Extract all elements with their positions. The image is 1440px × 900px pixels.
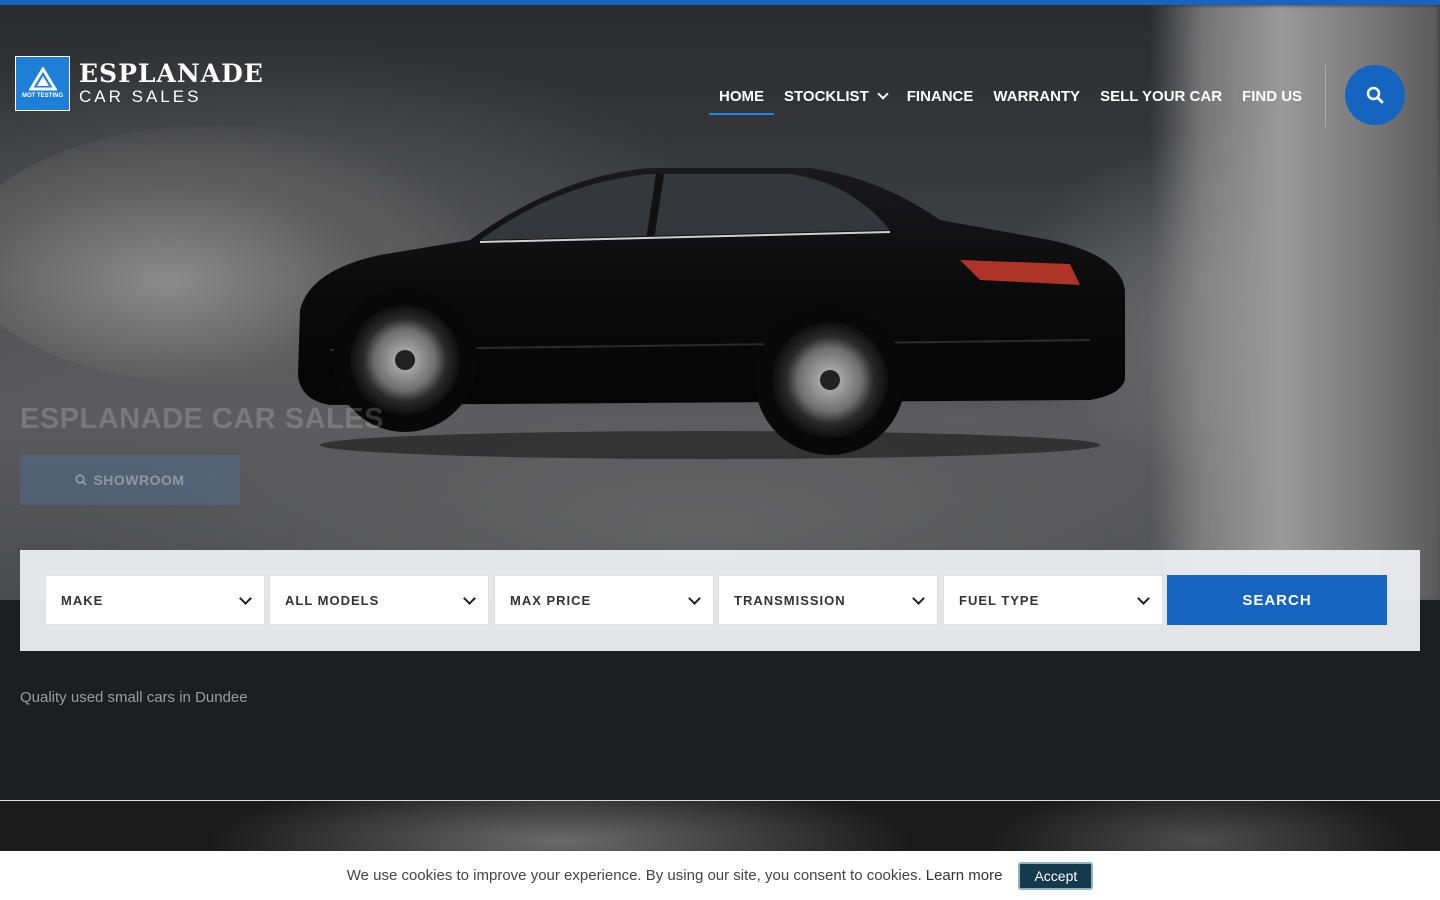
tagline-text: Quality used small cars in Dundee — [20, 689, 248, 706]
transmission-select-value: TRANSMISSION — [734, 592, 846, 608]
max-price-select[interactable]: MAX PRICE — [494, 575, 714, 625]
chevron-down-icon — [688, 592, 701, 605]
main-navigation: HOME STOCKLIST FINANCE WARRANTY SELL YOU… — [709, 84, 1322, 115]
search-icon — [1366, 86, 1384, 104]
nav-finance[interactable]: FINANCE — [907, 88, 974, 105]
brand-title: ESPLANADE — [79, 59, 264, 88]
cookie-text: We use cookies to improve your experienc… — [346, 867, 922, 884]
showroom-button[interactable]: SHOWROOM — [20, 455, 240, 505]
make-select-value: MAKE — [61, 592, 104, 608]
nav-sell-your-car-label: SELL YOUR CAR — [1100, 87, 1223, 105]
nav-finance-label: FINANCE — [906, 87, 974, 105]
chevron-down-icon — [912, 592, 925, 605]
nav-warranty-label: WARRANTY — [993, 87, 1081, 105]
nav-divider — [1325, 65, 1326, 127]
cookie-learn-more-link[interactable]: Learn more — [926, 867, 1003, 884]
cookie-banner: We use cookies to improve your experienc… — [0, 851, 1440, 900]
search-icon — [75, 474, 88, 486]
model-select-value: ALL MODELS — [285, 592, 380, 608]
nav-stocklist[interactable]: STOCKLIST — [784, 87, 889, 105]
nav-warranty[interactable]: WARRANTY — [993, 88, 1080, 105]
fuel-type-select-value: FUEL TYPE — [959, 592, 1040, 608]
cookie-accept-button[interactable]: Accept — [1018, 861, 1094, 890]
nav-stocklist-label: STOCKLIST — [784, 87, 869, 105]
nav-find-us[interactable]: FIND US — [1242, 88, 1302, 105]
mot-triangle-icon — [28, 67, 57, 91]
nav-home[interactable]: HOME — [709, 87, 774, 115]
nav-find-us-label: FIND US — [1242, 87, 1303, 105]
nav-sell-your-car[interactable]: SELL YOUR CAR — [1100, 88, 1222, 105]
site-logo[interactable]: MOT TESTING ESPLANADE CAR SALES — [15, 55, 264, 111]
mot-badge: MOT TESTING — [15, 55, 70, 111]
hero-title: ESPLANADE CAR SALES — [20, 403, 384, 435]
vehicle-search-panel: MAKE ALL MODELS MAX PRICE TRANSMISSION F… — [20, 550, 1420, 651]
header-search-button[interactable] — [1345, 65, 1405, 125]
nav-home-label: HOME — [719, 87, 764, 105]
model-select[interactable]: ALL MODELS — [269, 575, 489, 625]
brand-subtitle: CAR SALES — [79, 87, 202, 106]
fuel-type-select[interactable]: FUEL TYPE — [943, 575, 1163, 625]
chevron-down-icon — [877, 87, 889, 100]
make-select[interactable]: MAKE — [45, 575, 265, 625]
chevron-down-icon — [463, 592, 476, 605]
hero-car-image — [298, 168, 1125, 459]
transmission-select[interactable]: TRANSMISSION — [718, 575, 938, 625]
showroom-label: SHOWROOM — [93, 472, 185, 488]
chevron-down-icon — [1137, 592, 1150, 605]
mot-badge-label: MOT TESTING — [22, 93, 63, 99]
chevron-down-icon — [239, 592, 252, 605]
search-submit-button[interactable]: SEARCH — [1167, 575, 1387, 625]
max-price-select-value: MAX PRICE — [510, 592, 592, 608]
